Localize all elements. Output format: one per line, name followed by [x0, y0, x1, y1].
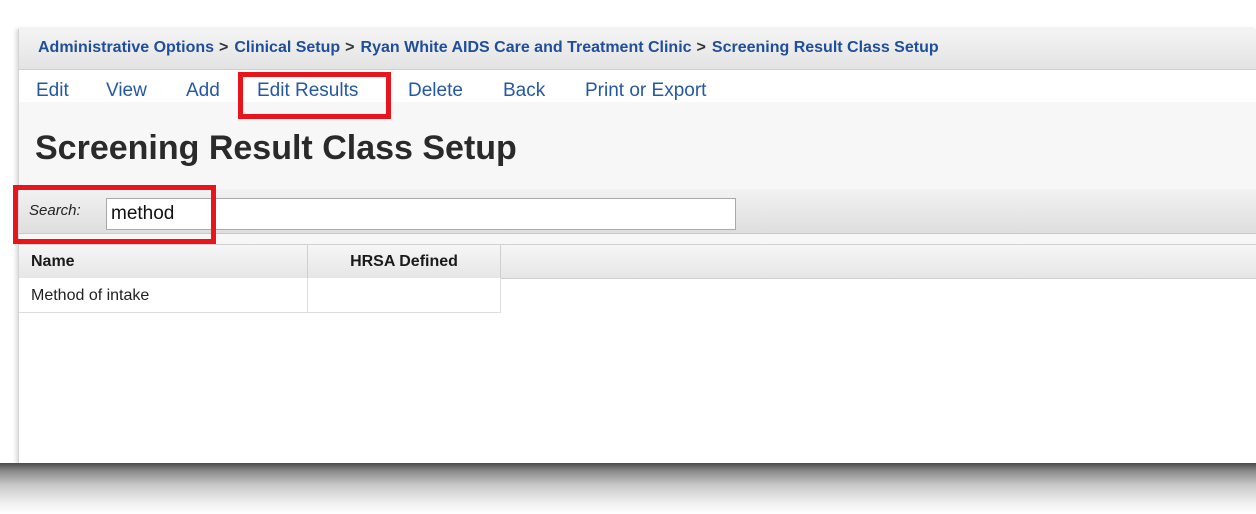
add-button[interactable]: Add — [186, 80, 220, 102]
bottom-shadow — [0, 463, 1256, 514]
cell-hrsa-defined — [308, 278, 501, 312]
back-button[interactable]: Back — [503, 80, 545, 102]
search-label: Search: — [29, 202, 81, 219]
results-grid: Name HRSA Defined Method of intake — [19, 244, 1256, 464]
search-input[interactable] — [106, 198, 736, 230]
breadcrumb: Administrative Options > Clinical Setup > Ry… — [38, 39, 939, 57]
column-header-name[interactable]: Name — [19, 245, 308, 278]
breadcrumb-clinical-setup[interactable]: Clinical Setup — [234, 39, 340, 56]
breadcrumb-separator: > — [219, 39, 229, 56]
search-bar: Search: — [19, 189, 1256, 234]
table-row[interactable]: Method of intake — [19, 278, 501, 313]
page-title: Screening Result Class Setup — [35, 129, 517, 167]
breadcrumb-separator: > — [696, 39, 706, 56]
column-header-hrsa-defined[interactable]: HRSA Defined — [308, 245, 501, 278]
breadcrumb-bar: Administrative Options > Clinical Setup > Ry… — [19, 29, 1256, 70]
edit-results-button[interactable]: Edit Results — [257, 80, 358, 102]
grid-header: Name HRSA Defined — [19, 244, 1256, 279]
delete-button[interactable]: Delete — [408, 80, 463, 102]
action-toolbar: Edit View Add Edit Results Delete Back P… — [19, 70, 1256, 102]
view-button[interactable]: View — [106, 80, 147, 102]
breadcrumb-administrative-options[interactable]: Administrative Options — [38, 39, 214, 56]
breadcrumb-screening-result-class-setup[interactable]: Screening Result Class Setup — [712, 39, 939, 56]
edit-button[interactable]: Edit — [36, 80, 69, 102]
breadcrumb-separator: > — [345, 39, 355, 56]
cell-name: Method of intake — [19, 278, 308, 312]
print-export-button[interactable]: Print or Export — [585, 80, 706, 102]
screenshot-stage: Administrative Options > Clinical Setup > Ry… — [0, 0, 1256, 514]
breadcrumb-ryan-white-clinic[interactable]: Ryan White AIDS Care and Treatment Clini… — [361, 39, 692, 56]
app-window: Administrative Options > Clinical Setup > Ry… — [18, 29, 1256, 464]
